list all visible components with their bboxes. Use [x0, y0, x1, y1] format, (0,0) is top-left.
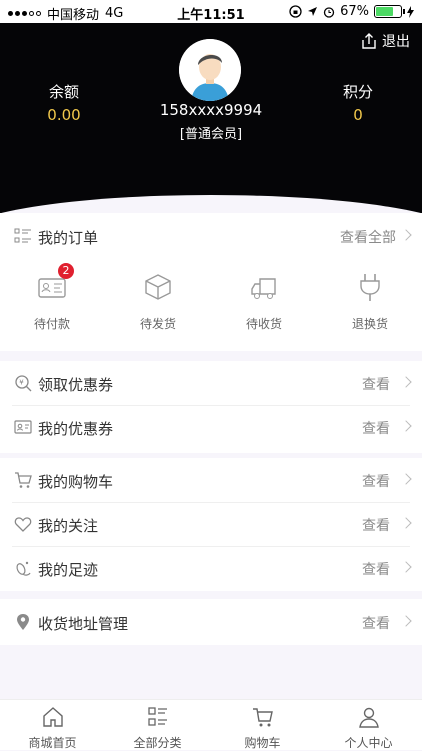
logout-label: 退出: [382, 34, 410, 50]
order-list-icon: [14, 228, 31, 243]
chevron-right-icon: [400, 615, 412, 627]
orders-card: 我的订单 查看全部 2 待付款 待发货 待收货 退换货: [0, 213, 422, 351]
order-status-to-ship[interactable]: 待发货: [118, 261, 198, 332]
location-pin-icon: [17, 614, 29, 630]
plug-icon: [360, 274, 380, 301]
order-status-label: 退换货: [351, 317, 388, 331]
box-icon: [145, 274, 171, 300]
order-status-pending-payment[interactable]: 2 待付款: [12, 261, 92, 332]
menu-item-label: 我的优惠券: [38, 420, 114, 438]
profile-icon: [358, 707, 379, 728]
order-status-label: 待发货: [139, 317, 176, 331]
view-all-orders-link[interactable]: 查看全部: [340, 227, 396, 247]
menu-item-label: 领取优惠券: [38, 376, 114, 394]
user-avatar-icon: [179, 39, 241, 101]
menu-item-label: 我的购物车: [38, 473, 114, 491]
menu-item-action[interactable]: 查看: [362, 613, 390, 633]
alarm-icon: [323, 6, 335, 18]
footprint-icon: [16, 561, 31, 576]
menu-row-my-coupons[interactable]: 我的优惠券 查看: [0, 406, 422, 448]
cart-icon: [15, 472, 32, 488]
menu-item-label: 我的足迹: [38, 561, 99, 579]
status-bar: 中国移动 4G 上午11:51 67%: [0, 0, 422, 23]
order-status-to-receive[interactable]: 待收货: [224, 261, 304, 332]
points-label: 积分: [342, 83, 373, 101]
user-phone: 158xxxx9994: [159, 101, 263, 119]
menu-row-cart[interactable]: 我的购物车 查看: [0, 459, 422, 501]
chevron-right-icon: [400, 561, 412, 573]
menu-row-get-coupon[interactable]: ¥ 领取优惠券 查看: [0, 362, 422, 404]
order-status-label: 待付款: [33, 317, 70, 331]
logout-button[interactable]: 退出: [361, 31, 410, 51]
battery-icon: [374, 5, 405, 18]
member-level: [普通会员]: [179, 127, 243, 142]
menu-item-action[interactable]: 查看: [362, 374, 390, 394]
tab-label: 商城首页: [28, 736, 77, 750]
cart-icon: [252, 708, 273, 727]
menu-row-follow[interactable]: 我的关注 查看: [0, 503, 422, 545]
charging-bolt-icon: [407, 5, 414, 18]
bottom-tab-bar: 商城首页 全部分类 购物车 个人中心: [0, 699, 422, 750]
chevron-right-icon: [400, 473, 412, 485]
orders-title: 我的订单: [38, 229, 99, 247]
order-badge: 2: [58, 263, 74, 279]
address-card: 收货地址管理 查看: [0, 599, 422, 645]
coupon-search-icon: ¥: [15, 375, 32, 392]
menu-item-action[interactable]: 查看: [362, 418, 390, 438]
truck-icon: [251, 278, 276, 299]
balance-label: 余额: [48, 83, 79, 101]
order-status-label: 待收货: [245, 317, 282, 331]
menu-item-action[interactable]: 查看: [362, 559, 390, 579]
avatar[interactable]: [179, 39, 241, 101]
menu-item-action[interactable]: 查看: [362, 515, 390, 535]
tab-home[interactable]: 商城首页: [0, 704, 105, 751]
chevron-right-icon: [400, 420, 412, 432]
heart-icon: [14, 517, 32, 532]
chevron-right-icon: [400, 229, 412, 241]
tab-cart[interactable]: 购物车: [210, 704, 315, 751]
chevron-right-icon: [400, 376, 412, 388]
menu-item-label: 我的关注: [38, 517, 99, 535]
chevron-right-icon: [400, 517, 412, 529]
home-icon: [42, 707, 63, 727]
menu-row-address[interactable]: 收货地址管理 查看: [0, 601, 422, 643]
tab-label: 购物车: [244, 736, 281, 750]
share-out-icon: [362, 33, 376, 49]
menu-item-label: 收货地址管理: [38, 615, 129, 633]
category-icon: [147, 707, 167, 726]
tab-categories[interactable]: 全部分类: [105, 704, 210, 751]
svg-text:¥: ¥: [19, 379, 24, 387]
coupon-card: ¥ 领取优惠券 查看 我的优惠券 查看: [0, 361, 422, 453]
tab-label: 个人中心: [344, 736, 393, 750]
activity-card: 我的购物车 查看 我的关注 查看 我的足迹 查看: [0, 458, 422, 591]
orders-header-row[interactable]: 我的订单 查看全部: [0, 215, 422, 257]
location-arrow-icon: [308, 7, 318, 16]
tab-label: 全部分类: [133, 736, 182, 750]
profile-header: 退出 余额 0.00 积分 0 158xxxx9994 [普通会员]: [0, 23, 422, 213]
tab-profile[interactable]: 个人中心: [316, 704, 421, 751]
lock-rotation-icon: [289, 5, 302, 18]
order-status-return[interactable]: 退换货: [330, 261, 410, 332]
battery-percent: 67%: [340, 4, 369, 19]
menu-item-action[interactable]: 查看: [362, 471, 390, 491]
menu-row-footprint[interactable]: 我的足迹 查看: [0, 547, 422, 589]
coupon-card-icon: [14, 420, 32, 434]
